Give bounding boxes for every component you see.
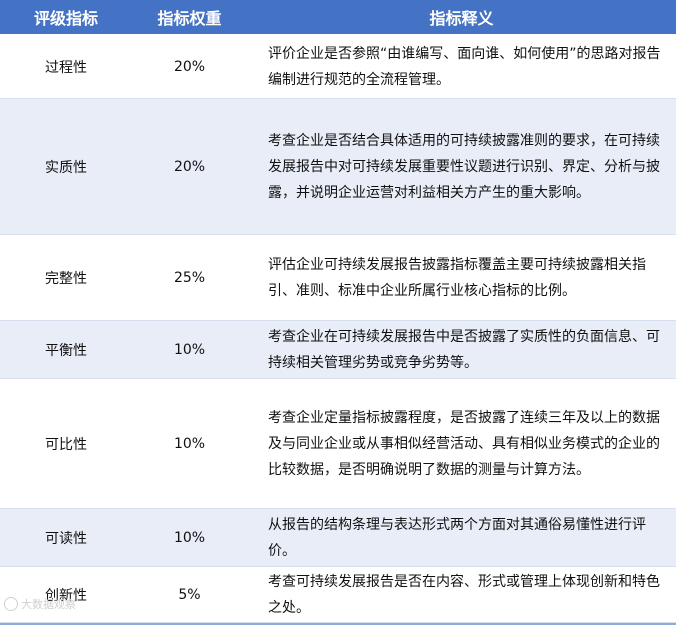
watermark-logo-icon	[4, 597, 18, 611]
indicator-weight: 5%	[132, 566, 247, 623]
indicator-definition: 从报告的结构条理与表达形式两个方面对其通俗易懂性进行评价。	[247, 508, 676, 567]
indicator-name: 创新性	[0, 566, 132, 623]
indicator-definition: 考查企业在可持续发展报告中是否披露了实质性的负面信息、可持续相关管理劣势或竞争劣…	[247, 320, 676, 379]
indicator-weight: 10%	[132, 378, 247, 509]
header-indicator: 评级指标	[0, 0, 132, 35]
bottom-divider	[0, 623, 676, 625]
indicator-definition: 考查企业定量指标披露程度，是否披露了连续三年及以上的数据及与同业企业或从事相似经…	[247, 378, 676, 509]
indicator-weight: 20%	[132, 98, 247, 235]
header-weight: 指标权重	[132, 0, 247, 35]
indicator-name: 平衡性	[0, 320, 132, 379]
header-row: 评级指标 指标权重 指标释义	[0, 0, 676, 35]
table-row: 实质性 20% 考查企业是否结合具体适用的可持续披露准则的要求，在可持续发展报告…	[0, 98, 676, 235]
table-row: 可比性 10% 考查企业定量指标披露程度，是否披露了连续三年及以上的数据及与同业…	[0, 378, 676, 509]
rating-table: 评级指标 指标权重 指标释义 过程性 20% 评价企业是否参照“由谁编写、面向谁…	[0, 0, 676, 623]
table-row: 完整性 25% 评估企业可持续发展报告披露指标覆盖主要可持续披露相关指引、准则、…	[0, 234, 676, 321]
indicator-name: 过程性	[0, 34, 132, 99]
table-row: 可读性 10% 从报告的结构条理与表达形式两个方面对其通俗易懂性进行评价。	[0, 508, 676, 567]
watermark: 大数据观察	[4, 596, 76, 612]
indicator-name: 可比性	[0, 378, 132, 509]
indicator-name: 实质性	[0, 98, 132, 235]
indicator-name: 完整性	[0, 234, 132, 321]
indicator-weight: 25%	[132, 234, 247, 321]
indicator-definition: 评价企业是否参照“由谁编写、面向谁、如何使用”的思路对报告编制进行规范的全流程管…	[247, 34, 676, 99]
indicator-definition: 考查可持续发展报告是否在内容、形式或管理上体现创新和特色之处。	[247, 566, 676, 623]
watermark-text: 大数据观察	[21, 598, 76, 611]
indicator-name: 可读性	[0, 508, 132, 567]
indicator-weight: 20%	[132, 34, 247, 99]
table-row: 过程性 20% 评价企业是否参照“由谁编写、面向谁、如何使用”的思路对报告编制进…	[0, 34, 676, 99]
indicator-definition: 考查企业是否结合具体适用的可持续披露准则的要求，在可持续发展报告中对可持续发展重…	[247, 98, 676, 235]
indicator-definition: 评估企业可持续发展报告披露指标覆盖主要可持续披露相关指引、准则、标准中企业所属行…	[247, 234, 676, 321]
header-definition: 指标释义	[247, 0, 676, 35]
table-row: 平衡性 10% 考查企业在可持续发展报告中是否披露了实质性的负面信息、可持续相关…	[0, 320, 676, 379]
indicator-weight: 10%	[132, 508, 247, 567]
indicator-weight: 10%	[132, 320, 247, 379]
table-row: 创新性 5% 考查可持续发展报告是否在内容、形式或管理上体现创新和特色之处。	[0, 566, 676, 623]
